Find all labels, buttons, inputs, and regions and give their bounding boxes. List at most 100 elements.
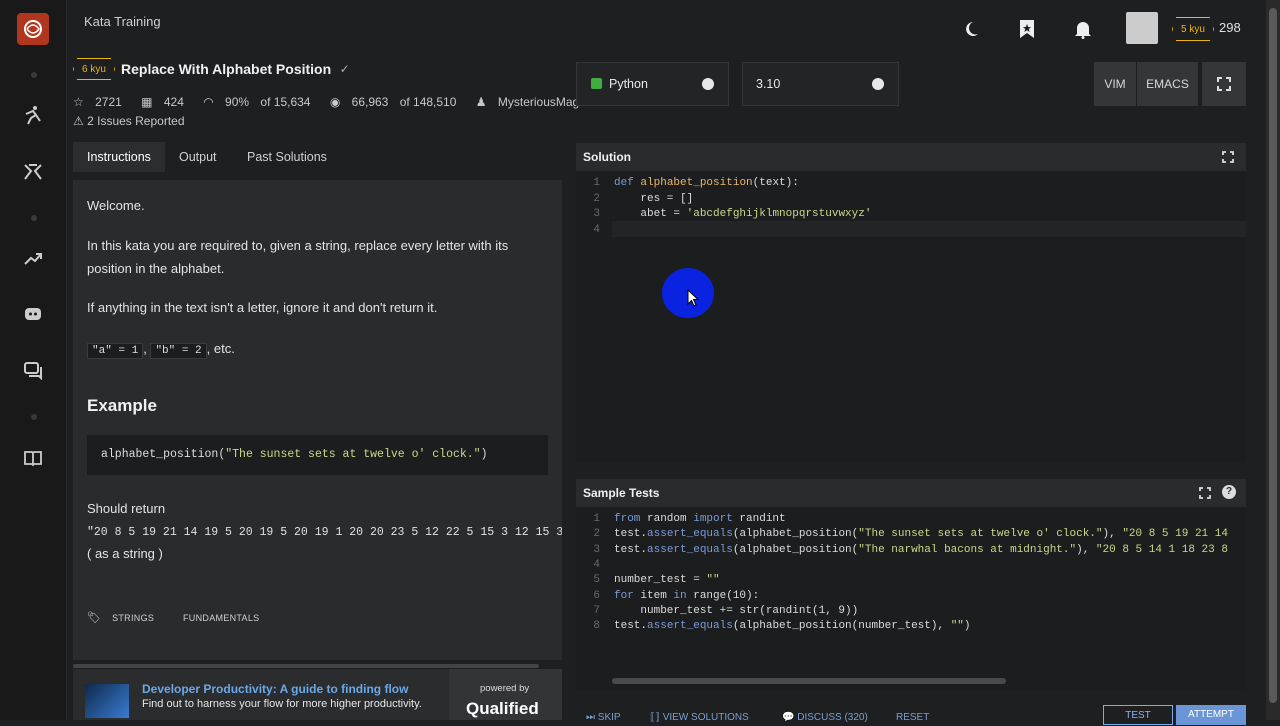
codewars-logo-icon[interactable]: [17, 13, 49, 45]
code-line: test.assert_equals(alphabet_position("Th…: [614, 544, 1228, 556]
promo-subtitle: Find out to harness your flow for more h…: [142, 698, 422, 710]
train-icon[interactable]: [22, 104, 44, 126]
version-select[interactable]: 3.10: [742, 62, 899, 106]
powered-by: powered by: [480, 683, 530, 694]
page-scrollbar-thumb[interactable]: [1269, 8, 1277, 703]
view-solutions-button[interactable]: ⟦⟧ VIEW SOLUTIONS: [650, 712, 749, 723]
instr-rule: If anything in the text isn't a letter, …: [87, 300, 438, 315]
active-line: [612, 221, 1246, 237]
code-line: for item in range(10):: [614, 590, 760, 602]
test-button[interactable]: TEST: [1103, 705, 1173, 725]
chevron-down-icon: [872, 78, 884, 90]
kata-tags: 🏷 STRINGS FUNDAMENTALS: [87, 611, 259, 624]
language-select[interactable]: Python: [576, 62, 729, 106]
sidebar-divider-dot: [31, 414, 37, 420]
collection-icon: ▦: [141, 95, 153, 109]
reset-button[interactable]: RESET: [896, 712, 929, 723]
example-heading: Example: [87, 396, 157, 415]
code-line: test.assert_equals(alphabet_position(num…: [614, 620, 971, 632]
fullscreen-button[interactable]: [1202, 62, 1246, 106]
promo-banner[interactable]: Developer Productivity: A guide to findi…: [73, 669, 562, 720]
example-code: alphabet_position("The sunset sets at tw…: [87, 435, 548, 475]
stars-count: 2721: [95, 95, 122, 109]
votes-count: 424: [163, 95, 184, 109]
kata-stats: ☆ 2721 ▦ 424 ◠ 90% of 15,634 ◉ 66,963 of…: [73, 95, 619, 109]
code-line: abet = 'abcdefghijklmnopqrstuvwxyz': [614, 208, 872, 220]
attempt-button[interactable]: ATTEMPT: [1176, 705, 1246, 725]
promo-title[interactable]: Developer Productivity: A guide to findi…: [142, 682, 408, 696]
chevron-down-icon: [702, 78, 714, 90]
example-arg: "The sunset sets at twelve o' clock.": [225, 448, 481, 461]
completed-count: 66,963: [351, 95, 389, 109]
forum-chat-icon[interactable]: [22, 359, 44, 381]
author-icon: ♟: [475, 95, 487, 109]
code-line: test.assert_equals(alphabet_position("Th…: [614, 528, 1228, 540]
code-line: from random import randint: [614, 513, 786, 525]
return-value: "20 8 5 19 21 14 19 5 20 19 5 20 19 1 20…: [87, 526, 562, 539]
user-avatar[interactable]: [1126, 12, 1158, 44]
expand-icon[interactable]: [1222, 151, 1234, 163]
sidebar: [0, 0, 67, 720]
bookmark-icon[interactable]: [1016, 18, 1038, 40]
sidebar-divider-dot: [31, 215, 37, 221]
warning-icon: ⚠: [73, 114, 84, 128]
tag-fundamentals[interactable]: FUNDAMENTALS: [183, 613, 259, 623]
etc-text: , etc.: [206, 341, 235, 356]
verified-check-icon: ✓: [339, 62, 350, 76]
as-string-note: ( as a string ): [87, 546, 163, 561]
tests-hscroll[interactable]: [612, 678, 1006, 684]
help-icon[interactable]: ?: [1222, 485, 1236, 499]
instr-mapping: "a" = 1, "b" = 2, etc.: [87, 337, 235, 363]
python-icon: [591, 78, 602, 89]
user-rank-badge: 5 kyu: [1172, 17, 1214, 41]
sample-tests-label: Sample Tests: [583, 486, 660, 500]
notifications-bell-icon[interactable]: [1072, 18, 1094, 40]
code-line: number_test = "": [614, 574, 720, 586]
leaderboard-trend-icon[interactable]: [22, 248, 44, 270]
mouse-pointer-icon: [687, 289, 699, 307]
expand-icon: [1217, 77, 1231, 91]
breadcrumb[interactable]: Kata Training: [84, 14, 161, 29]
example-fn: alphabet_position(: [101, 448, 226, 461]
vim-mode-button[interactable]: VIM: [1094, 62, 1136, 106]
skip-button[interactable]: ⏭ SKIP: [586, 712, 621, 723]
instruction-tabs: Instructions Output Past Solutions: [73, 142, 562, 172]
code-a: "a" = 1: [87, 343, 144, 359]
tab-output[interactable]: Output: [165, 142, 231, 172]
instructions-panel: Welcome. In this kata you are required t…: [73, 180, 562, 668]
qualified-box[interactable]: powered by Qualified: [449, 669, 562, 720]
top-bar: Kata Training 5 kyu 298: [66, 0, 1266, 56]
sidebar-divider-dot: [31, 72, 37, 78]
page-scrollbar[interactable]: [1266, 0, 1280, 720]
satisfaction-icon: ◠: [203, 95, 214, 109]
sample-tests-editor[interactable]: 1 2 3 4 5 6 7 8 from random import randi…: [576, 508, 1246, 690]
code-line: res = []: [614, 193, 694, 205]
satisfaction-rate: 90%: [225, 95, 250, 109]
sample-tests-header: Sample Tests ?: [576, 479, 1246, 507]
version-value: 3.10: [756, 77, 781, 91]
tab-past-solutions[interactable]: Past Solutions: [233, 142, 341, 172]
tab-instructions[interactable]: Instructions: [73, 142, 165, 172]
emacs-mode-button[interactable]: EMACS: [1137, 62, 1198, 106]
code-b: "b" = 2: [150, 343, 207, 359]
discord-icon[interactable]: [22, 303, 44, 325]
expand-icon[interactable]: [1199, 487, 1211, 499]
instr-paragraph-line: position in the alphabet.: [87, 261, 225, 276]
example-close: ): [480, 448, 488, 461]
practice-icon[interactable]: [22, 160, 44, 182]
promo-image: [85, 684, 129, 718]
discuss-button[interactable]: 💬 DISCUSS (320): [782, 712, 868, 723]
issues-reported[interactable]: ⚠ 2 Issues Reported: [73, 114, 185, 128]
tag-icon: 🏷: [87, 612, 102, 624]
dark-mode-moon-icon[interactable]: [963, 18, 985, 40]
docs-book-icon[interactable]: [22, 447, 44, 469]
kata-title: Replace With Alphabet Position: [121, 61, 332, 77]
issues-label: 2 Issues Reported: [87, 114, 185, 128]
solution-label: Solution: [583, 150, 631, 164]
tag-strings[interactable]: STRINGS: [112, 613, 154, 623]
solution-editor[interactable]: 1 2 3 4 def alphabet_position(text): res…: [576, 172, 1246, 462]
completed-of: of 148,510: [399, 95, 457, 109]
star-icon[interactable]: ☆: [73, 95, 84, 109]
instructions-hscroll[interactable]: [73, 664, 539, 668]
instr-welcome: Welcome.: [87, 198, 145, 213]
